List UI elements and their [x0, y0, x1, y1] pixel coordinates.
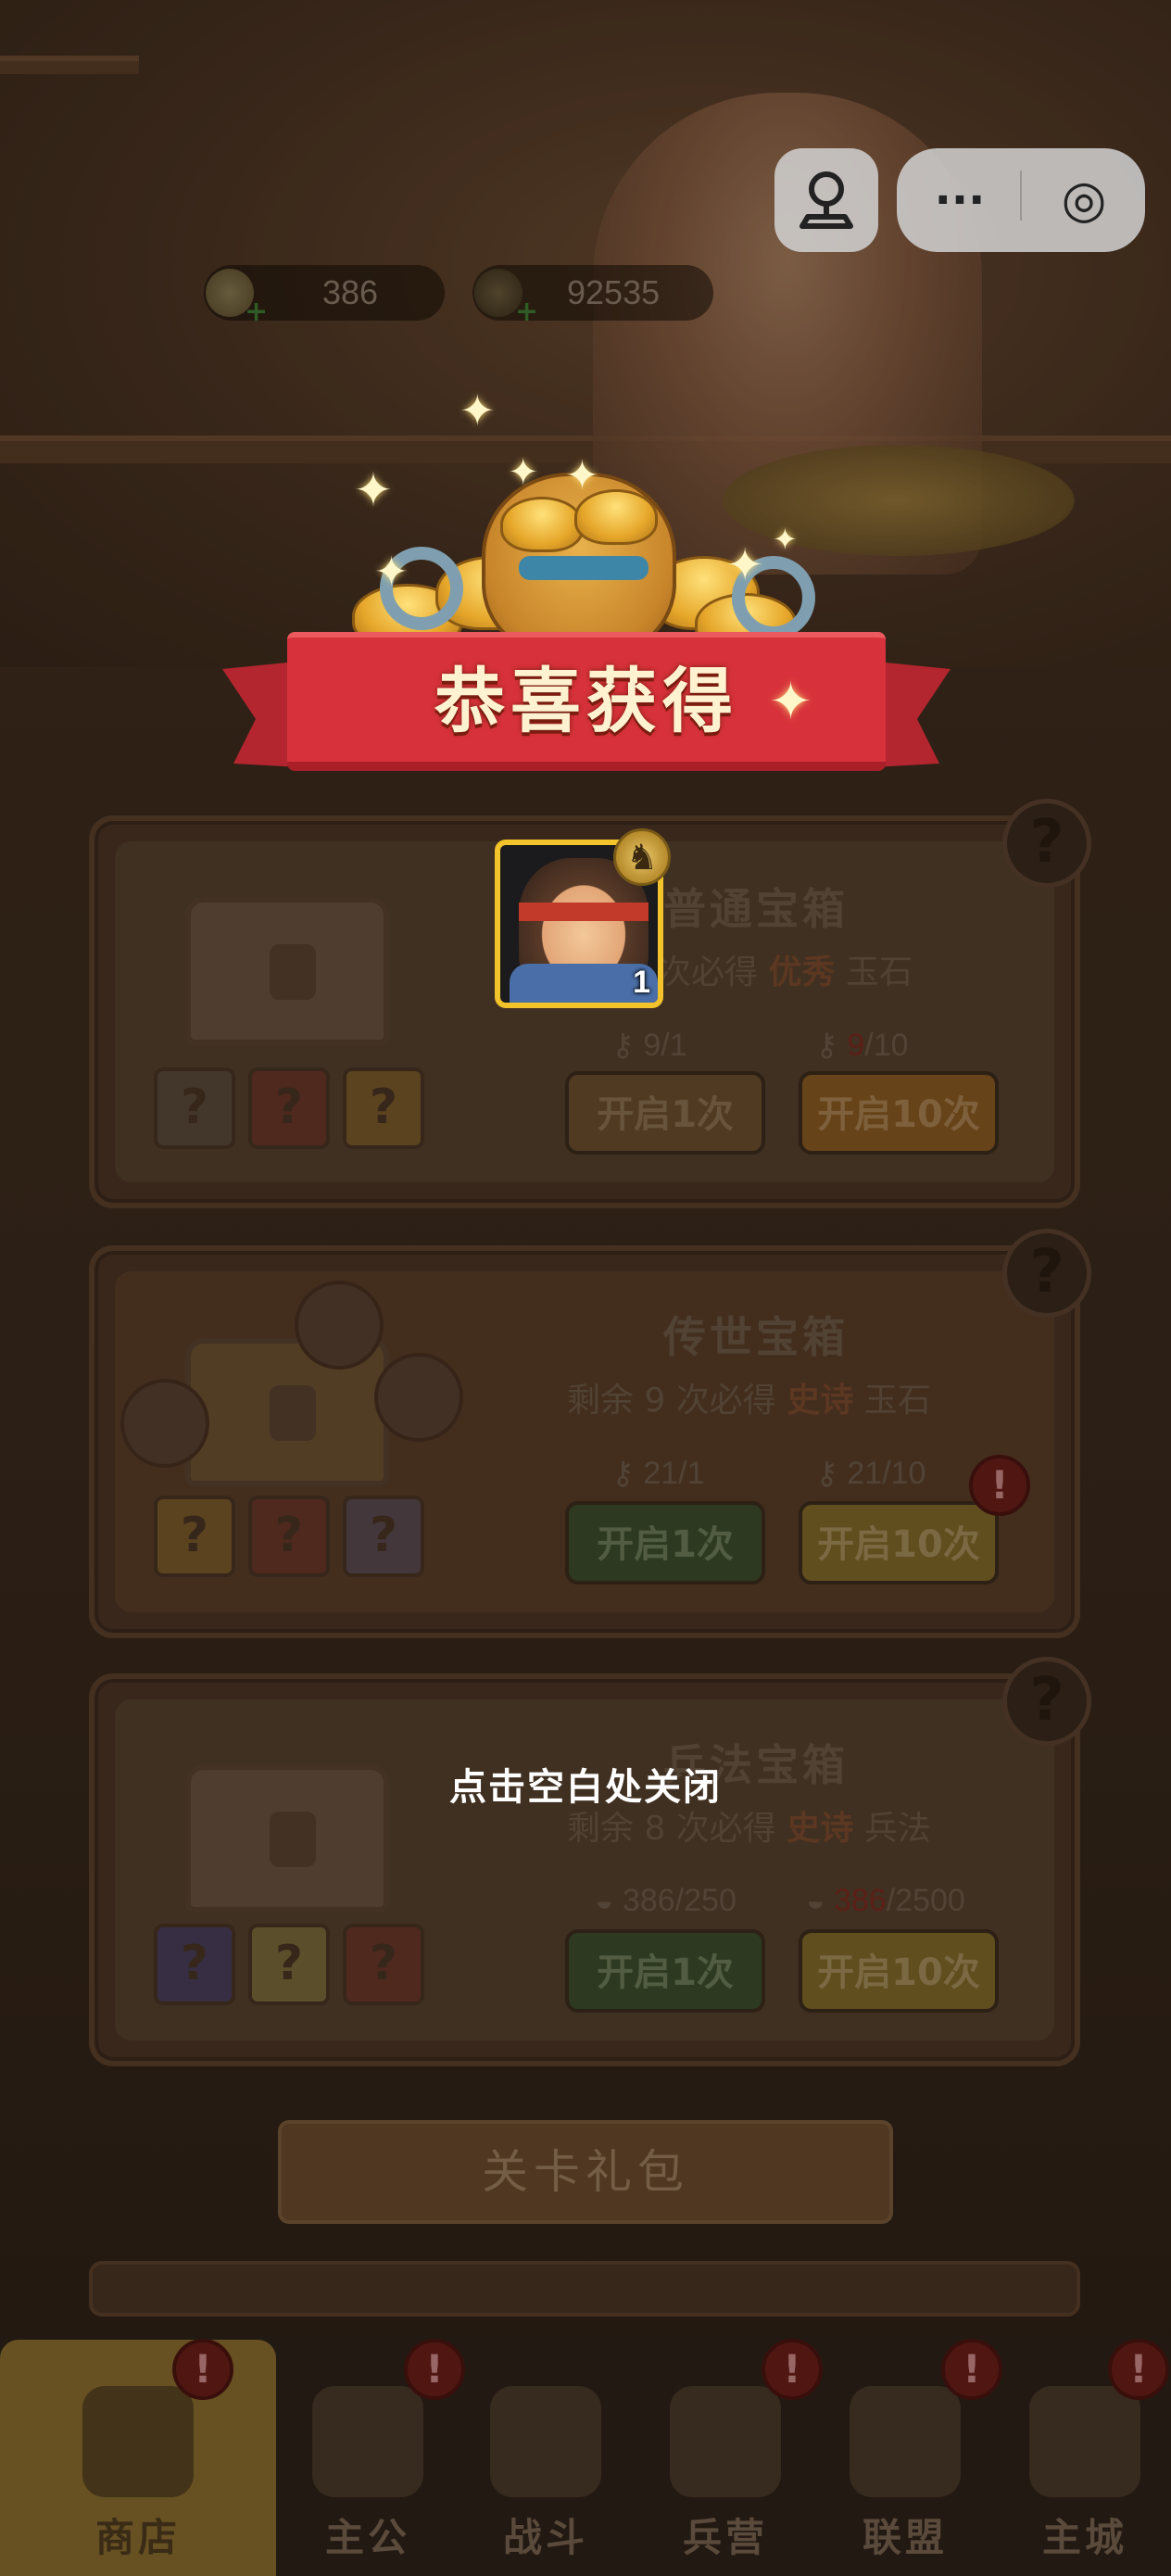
hero-headband: [519, 903, 648, 921]
close-mini-program-button[interactable]: ◎: [1036, 163, 1132, 237]
horse-emblem-icon: ♞: [613, 828, 671, 886]
close-hint: 点击空白处关闭: [449, 1766, 722, 1809]
sparkle-icon: ✦: [773, 522, 798, 557]
more-menu-button[interactable]: ···: [912, 163, 1008, 237]
bag-tie: [519, 556, 648, 580]
sparkle-icon: ✦: [354, 463, 393, 517]
sparkle-icon: ✦: [508, 451, 539, 494]
game-scene: 386 + 92535 + ? ? ? ? 普通宝箱 次必得 优秀 玉石 ⚷ 9…: [0, 0, 1171, 2576]
game-center-button[interactable]: [774, 148, 878, 252]
modal-backdrop[interactable]: [0, 0, 1171, 2576]
sparkle-icon: ✦: [726, 539, 764, 591]
sparkle-icon: ✦: [374, 549, 409, 596]
sparkle-icon: ✦: [460, 385, 496, 436]
sparkle-icon: ✦: [565, 452, 599, 499]
sparkle-icon: ✦: [769, 672, 812, 732]
reward-banner: 恭喜获得: [222, 621, 951, 797]
reward-count: 1: [633, 965, 650, 1000]
joystick-icon: [800, 171, 853, 229]
gold-ingot: [500, 497, 584, 552]
capsule-divider: [1020, 170, 1022, 221]
